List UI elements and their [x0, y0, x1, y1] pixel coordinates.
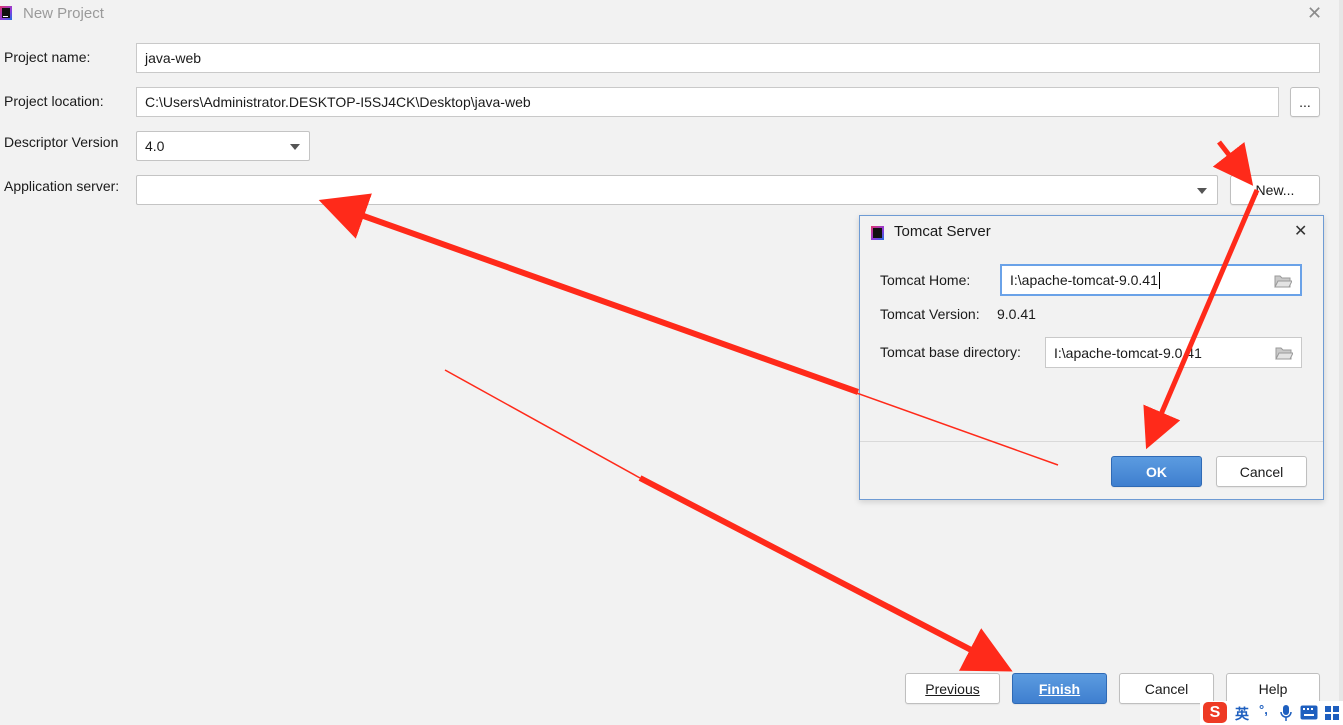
dropdown-caret-icon: [290, 144, 300, 150]
finish-button[interactable]: Finish: [1012, 673, 1107, 704]
arrow-to-finish-thin: [444, 369, 641, 479]
help-label: Help: [1258, 680, 1288, 697]
ime-logo-icon[interactable]: S: [1203, 702, 1227, 723]
grid-icon[interactable]: [1324, 705, 1340, 721]
tomcat-base-dir-value: I:\apache-tomcat-9.0.41: [1054, 344, 1202, 361]
tomcat-base-dir-input[interactable]: I:\apache-tomcat-9.0.41: [1045, 337, 1302, 368]
project-location-input[interactable]: C:\Users\Administrator.DESKTOP-I5SJ4CK\D…: [136, 87, 1279, 117]
descriptor-version-label: Descriptor Version: [4, 134, 119, 150]
text-cursor: [1158, 271, 1160, 289]
browse-label: ...: [1299, 94, 1311, 110]
dialog-title: Tomcat Server: [894, 223, 991, 240]
dialog-ok-button[interactable]: OK: [1111, 456, 1202, 487]
close-icon[interactable]: ✕: [1307, 3, 1322, 24]
app-icon: [0, 6, 12, 20]
tomcat-home-value: I:\apache-tomcat-9.0.41: [1010, 272, 1158, 288]
dialog-separator: [860, 441, 1323, 442]
tomcat-icon: [871, 226, 884, 240]
keyboard-icon[interactable]: [1300, 705, 1318, 720]
dropdown-caret-icon: [1197, 188, 1207, 194]
ime-punct-toggle[interactable]: °,: [1259, 702, 1268, 717]
arrow-to-finish: [638, 475, 1013, 672]
cancel-label: Cancel: [1144, 680, 1189, 697]
project-name-label: Project name:: [4, 49, 91, 65]
descriptor-version-value: 4.0: [145, 138, 165, 154]
application-server-label: Application server:: [4, 178, 120, 194]
project-location-value: C:\Users\Administrator.DESKTOP-I5SJ4CK\D…: [145, 94, 531, 110]
application-server-select[interactable]: [136, 175, 1218, 205]
dialog-ok-label: OK: [1146, 463, 1167, 480]
folder-icon[interactable]: [1274, 274, 1292, 288]
arrow-to-new-button: [1212, 140, 1254, 186]
ime-language-toggle[interactable]: 英: [1235, 704, 1249, 724]
tomcat-version-value: 9.0.41: [997, 306, 1036, 322]
descriptor-version-select[interactable]: 4.0: [136, 131, 310, 161]
folder-icon[interactable]: [1275, 346, 1293, 360]
new-server-button[interactable]: New...: [1230, 175, 1320, 205]
tomcat-home-label: Tomcat Home:: [880, 272, 971, 288]
microphone-icon[interactable]: [1280, 704, 1292, 722]
dialog-cancel-label: Cancel: [1239, 463, 1284, 480]
previous-label: Previous: [925, 680, 980, 697]
browse-location-button[interactable]: ...: [1290, 87, 1320, 117]
finish-label: Finish: [1038, 680, 1081, 697]
tomcat-server-dialog: Tomcat Server ✕ Tomcat Home: I:\apache-t…: [859, 215, 1324, 500]
dialog-cancel-button[interactable]: Cancel: [1216, 456, 1307, 487]
tomcat-version-label: Tomcat Version:: [880, 306, 980, 322]
new-server-label: New...: [1255, 182, 1295, 198]
ime-tray: S 英 °,: [1200, 701, 1343, 725]
project-name-input[interactable]: java-web: [136, 43, 1320, 73]
previous-button[interactable]: Previous: [905, 673, 1000, 704]
tomcat-home-input[interactable]: I:\apache-tomcat-9.0.41: [1000, 264, 1302, 296]
window-title: New Project: [23, 5, 104, 22]
project-location-label: Project location:: [4, 93, 104, 109]
dialog-close-icon[interactable]: ✕: [1294, 221, 1307, 241]
help-button[interactable]: Help: [1226, 673, 1320, 704]
arrow-to-app-server: [318, 193, 860, 395]
window-edge: [1339, 0, 1343, 725]
project-name-value: java-web: [145, 50, 202, 66]
tomcat-base-dir-label: Tomcat base directory:: [880, 344, 1021, 360]
cancel-button[interactable]: Cancel: [1119, 673, 1214, 704]
